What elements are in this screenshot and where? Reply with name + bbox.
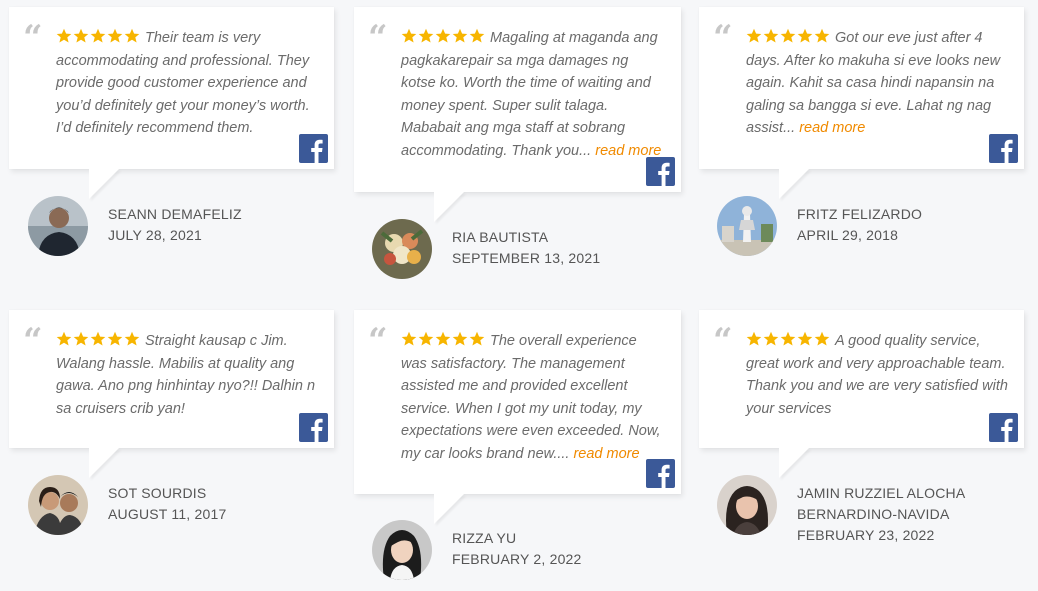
star-icon [797,28,813,43]
quote-mark-icon: “ [713,18,733,58]
review-date: SEPTEMBER 13, 2021 [452,250,601,266]
review-date: FEBRUARY 23, 2022 [797,527,935,543]
star-icon [780,331,796,346]
star-icon [418,28,434,43]
star-icon [107,331,123,346]
author-name: RIZZA YU [452,530,517,546]
review-card: “ A good quality service, great work and… [699,310,1024,448]
star-rating [56,27,141,50]
star-icon [746,331,762,346]
avatar [372,520,432,580]
author-name: RIA BAUTISTA [452,229,549,245]
facebook-icon[interactable] [299,413,328,442]
star-icon [418,331,434,346]
star-icon [107,28,123,43]
star-icon [797,331,813,346]
star-rating [746,27,831,50]
author-name: SOT SOURDIS [108,485,207,501]
star-rating [401,330,486,353]
facebook-icon[interactable] [646,459,675,488]
star-icon [452,28,468,43]
author-name: SEANN DEMAFELIZ [108,206,242,222]
author-name-line2: BERNARDINO-NAVIDA [797,506,950,522]
quote-mark-icon: “ [713,321,733,361]
star-icon [124,331,140,346]
facebook-icon[interactable] [989,413,1018,442]
read-more-link[interactable]: read more [799,120,865,136]
star-icon [73,331,89,346]
read-more-link[interactable]: read more [573,446,639,462]
author-name: JAMIN RUZZIEL ALOCHA [797,485,966,501]
review-card: “ Got our eve just after 4 days. After k… [699,7,1024,169]
review-date: JULY 28, 2021 [108,227,202,243]
review-card: “ Their team is very accommodating and p… [9,7,334,169]
avatar [717,475,777,535]
review-card: “ The overall experience was satisfactor… [354,310,681,494]
star-icon [56,331,72,346]
star-rating [56,330,141,353]
review-card: “ Straight kausap c Jim. Walang hassle. … [9,310,334,448]
star-icon [435,331,451,346]
author-name: FRITZ FELIZARDO [797,206,923,222]
star-icon [56,28,72,43]
review-card: “ Magaling at maganda ang pagkakarepair … [354,7,681,192]
star-icon [73,28,89,43]
facebook-icon[interactable] [989,134,1018,163]
star-icon [452,331,468,346]
avatar [372,219,432,279]
star-icon [763,331,779,346]
star-icon [763,28,779,43]
avatar [28,475,88,535]
star-icon [780,28,796,43]
review-text: The overall experience was satisfactory.… [401,333,661,462]
avatar [28,196,88,256]
quote-mark-icon: “ [23,18,43,58]
star-icon [124,28,140,43]
star-icon [90,331,106,346]
quote-mark-icon: “ [368,321,388,361]
star-icon [401,28,417,43]
review-date: APRIL 29, 2018 [797,227,899,243]
star-icon [746,28,762,43]
review-date: AUGUST 11, 2017 [108,506,227,522]
review-date: FEBRUARY 2, 2022 [452,551,582,567]
star-icon [814,28,830,43]
quote-mark-icon: “ [368,18,388,58]
star-rating [746,330,831,353]
facebook-icon[interactable] [299,134,328,163]
star-icon [814,331,830,346]
star-icon [435,28,451,43]
star-rating [401,27,486,50]
star-icon [469,331,485,346]
quote-mark-icon: “ [23,321,43,361]
review-text: Magaling at maganda ang pagkakarepair sa… [401,30,658,159]
facebook-icon[interactable] [646,157,675,186]
star-icon [401,331,417,346]
avatar [717,196,777,256]
star-icon [469,28,485,43]
star-icon [90,28,106,43]
